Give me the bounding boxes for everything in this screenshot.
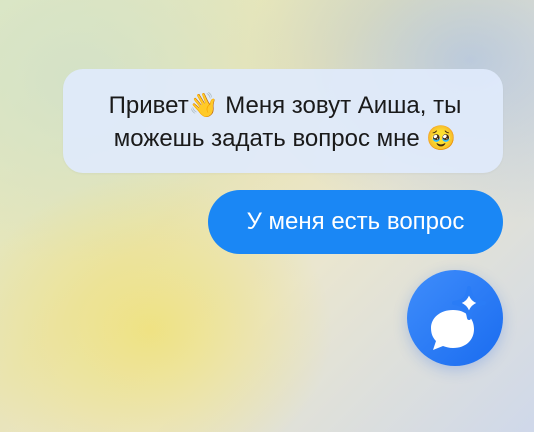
outgoing-message-bubble[interactable]: У меня есть вопрос xyxy=(208,190,503,254)
incoming-message-line-2: можешь задать вопрос мне 🥹 xyxy=(113,125,457,152)
outgoing-message-text: У меня есть вопрос xyxy=(246,208,465,235)
incoming-message-line-1: Привет👋 Меня зовут Аиша, ты xyxy=(108,92,462,119)
chat-sparkle-icon xyxy=(431,286,486,350)
assistant-chat-button[interactable] xyxy=(407,270,503,366)
incoming-message-bubble: Привет👋 Меня зовут Аиша, ты можешь задат… xyxy=(63,69,503,173)
